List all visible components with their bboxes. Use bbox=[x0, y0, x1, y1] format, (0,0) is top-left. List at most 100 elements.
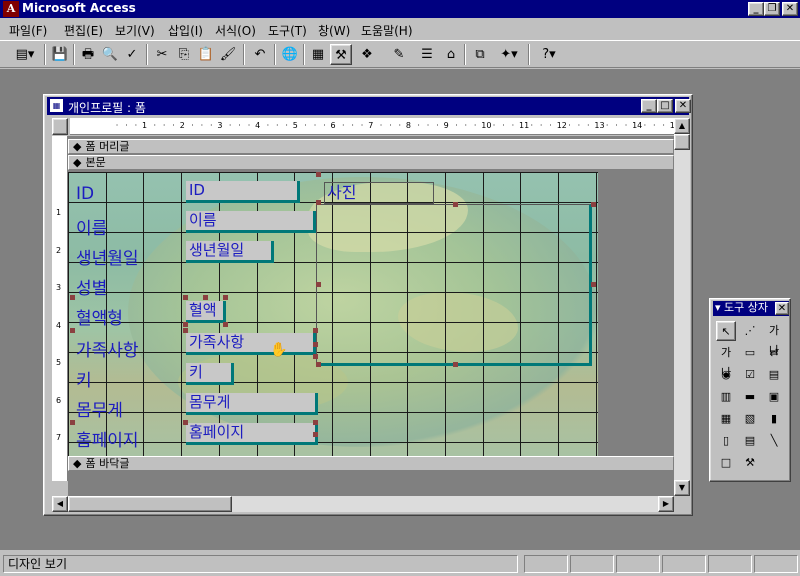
hyperlink-icon[interactable]: 🌐 bbox=[279, 44, 301, 65]
ruler-corner-selector[interactable] bbox=[52, 118, 68, 135]
resize-handle[interactable] bbox=[453, 362, 458, 367]
resize-handle[interactable] bbox=[183, 322, 188, 327]
autoformat-icon[interactable]: ❖ bbox=[356, 44, 378, 65]
view-dropdown-icon[interactable]: ▤▾ bbox=[10, 44, 40, 65]
form-footer-bar[interactable]: ◆ 폼 바닥글 bbox=[68, 456, 674, 471]
properties-icon[interactable]: ☰ bbox=[416, 44, 438, 65]
textbox-family[interactable]: 가족사항 bbox=[186, 333, 316, 355]
field-list-icon[interactable]: ▦ bbox=[307, 44, 329, 65]
vertical-scrollbar[interactable]: ▲ ▼ bbox=[674, 118, 690, 496]
textbox-bloodtype[interactable]: 혈액 bbox=[186, 301, 226, 323]
field-label-homepage[interactable]: 홈페이지 bbox=[76, 426, 139, 451]
access-key-icon[interactable]: A bbox=[3, 1, 19, 17]
print-preview-icon[interactable]: 🔍 bbox=[99, 44, 121, 65]
toolbox-close-button[interactable]: ✕ bbox=[775, 302, 789, 315]
field-label-weight[interactable]: 몸무게 bbox=[76, 396, 123, 421]
save-icon[interactable]: 💾 bbox=[49, 44, 71, 65]
resize-handle[interactable] bbox=[591, 282, 596, 287]
restore-button[interactable]: ❐ bbox=[764, 2, 780, 16]
resize-handle[interactable] bbox=[223, 322, 228, 327]
database-window-icon[interactable]: ⧉ bbox=[469, 44, 491, 65]
menu-help[interactable]: 도움말(H) bbox=[361, 22, 413, 39]
move-handle[interactable] bbox=[316, 172, 321, 177]
menu-tools[interactable]: 도구(T) bbox=[268, 22, 307, 39]
spelling-icon[interactable]: ✓ bbox=[121, 44, 143, 65]
code-icon[interactable]: ✎ bbox=[388, 44, 410, 65]
subform-icon[interactable]: ▤ bbox=[740, 431, 760, 451]
form-header-bar[interactable]: ◆ 폼 머리글 bbox=[68, 139, 674, 154]
resize-handle[interactable] bbox=[316, 362, 321, 367]
menu-insert[interactable]: 삽입(I) bbox=[168, 22, 203, 39]
textbox-name[interactable]: 이름 bbox=[186, 211, 316, 233]
close-button[interactable]: ✕ bbox=[782, 2, 798, 16]
menu-window[interactable]: 창(W) bbox=[318, 22, 350, 39]
resize-handle[interactable] bbox=[313, 420, 318, 425]
field-label-bloodtype[interactable]: 혈액형 bbox=[76, 304, 123, 329]
option-button-icon[interactable]: ◉ bbox=[716, 365, 736, 385]
move-handle[interactable] bbox=[316, 200, 321, 205]
more-controls-icon[interactable]: ⚒ bbox=[740, 453, 760, 473]
combo-box-icon[interactable]: ▤ bbox=[764, 365, 784, 385]
unbound-object-icon[interactable]: ▦ bbox=[716, 409, 736, 429]
scroll-left-icon[interactable]: ◀ bbox=[52, 496, 68, 512]
photo-frame[interactable] bbox=[316, 204, 592, 366]
menu-edit[interactable]: 편집(E) bbox=[64, 22, 103, 39]
textbox-weight[interactable]: 몸무게 bbox=[186, 393, 318, 415]
paste-icon[interactable]: 📋 bbox=[195, 44, 217, 65]
toolbox-menu-icon[interactable]: ▾ bbox=[715, 301, 724, 314]
form-close-button[interactable]: ✕ bbox=[675, 99, 691, 113]
move-handle[interactable] bbox=[70, 420, 75, 425]
textbox-tool-icon[interactable]: 가나 bbox=[716, 343, 736, 379]
build-icon[interactable]: ⌂ bbox=[440, 44, 462, 65]
help-icon[interactable]: ?▾ bbox=[534, 44, 564, 65]
resize-handle[interactable] bbox=[313, 328, 318, 333]
format-painter-icon[interactable]: 🖌 bbox=[217, 44, 239, 65]
field-label-birthdate[interactable]: 생년월일 bbox=[76, 244, 139, 269]
toolbox-toggle-icon[interactable]: ⚒ bbox=[330, 44, 352, 65]
bound-object-icon[interactable]: ▧ bbox=[740, 409, 760, 429]
checkbox-tool-icon[interactable]: ☑ bbox=[740, 365, 760, 385]
field-label-name[interactable]: 이름 bbox=[76, 214, 107, 239]
move-handle[interactable] bbox=[70, 295, 75, 300]
textbox-height[interactable]: 키 bbox=[186, 363, 234, 385]
detail-section[interactable]: 사진 ID 이름 생년월일 성별 혈액형 가족사항 키 몸무게 홈페이지 ID … bbox=[68, 172, 598, 456]
list-box-icon[interactable]: ▥ bbox=[716, 387, 736, 407]
field-label-height[interactable]: 키 bbox=[76, 366, 92, 391]
detail-section-bar[interactable]: ◆ 본문 bbox=[68, 155, 674, 170]
field-label-gender[interactable]: 성별 bbox=[76, 274, 107, 299]
footer-area[interactable] bbox=[68, 472, 674, 496]
menu-file[interactable]: 파일(F) bbox=[9, 22, 47, 39]
option-group-icon[interactable]: ▭ bbox=[740, 343, 760, 363]
page-break-icon[interactable]: ▮ bbox=[764, 409, 784, 429]
label-tool-icon[interactable]: 가나 bbox=[764, 321, 784, 357]
select-objects-icon[interactable]: ↖ bbox=[716, 321, 736, 341]
resize-handle[interactable] bbox=[591, 202, 596, 207]
rectangle-tool-icon[interactable]: □ bbox=[716, 453, 736, 473]
form-minimize-button[interactable]: _ bbox=[641, 99, 657, 113]
form-maximize-button[interactable]: □ bbox=[657, 99, 673, 113]
move-handle[interactable] bbox=[183, 420, 188, 425]
vertical-scroll-thumb[interactable] bbox=[674, 134, 690, 150]
resize-handle[interactable] bbox=[313, 354, 318, 359]
image-tool-icon[interactable]: ▣ bbox=[764, 387, 784, 407]
command-button-icon[interactable]: ▬ bbox=[740, 387, 760, 407]
move-handle[interactable] bbox=[183, 295, 188, 300]
scroll-right-icon[interactable]: ▶ bbox=[658, 496, 674, 512]
tab-control-icon[interactable]: ▯ bbox=[716, 431, 736, 451]
horizontal-scrollbar[interactable]: ◀ ▶ bbox=[52, 496, 674, 512]
textbox-homepage[interactable]: 홈페이지 bbox=[186, 423, 318, 445]
menu-view[interactable]: 보기(V) bbox=[115, 22, 155, 39]
scroll-down-icon[interactable]: ▼ bbox=[674, 480, 690, 496]
textbox-id[interactable]: ID bbox=[186, 181, 300, 203]
resize-handle[interactable] bbox=[223, 295, 228, 300]
copy-icon[interactable]: ⎘ bbox=[173, 44, 195, 65]
resize-handle[interactable] bbox=[313, 432, 318, 437]
textbox-birthdate[interactable]: 생년월일 bbox=[186, 241, 274, 263]
field-label-id[interactable]: ID bbox=[76, 184, 94, 204]
resize-handle[interactable] bbox=[203, 295, 208, 300]
resize-handle[interactable] bbox=[316, 282, 321, 287]
menu-format[interactable]: 서식(O) bbox=[215, 22, 256, 39]
line-tool-icon[interactable]: ╲ bbox=[764, 431, 784, 451]
horizontal-scroll-thumb[interactable] bbox=[68, 496, 232, 512]
new-object-icon[interactable]: ✦▾ bbox=[494, 44, 524, 65]
